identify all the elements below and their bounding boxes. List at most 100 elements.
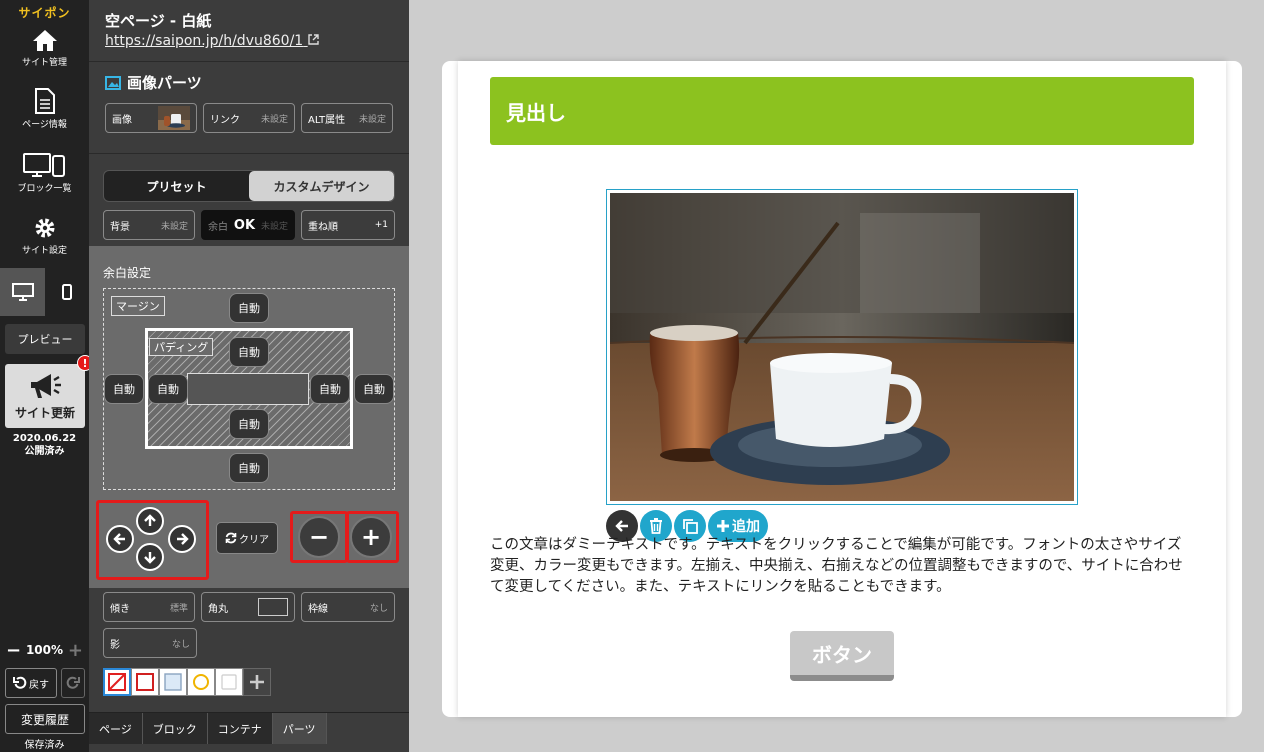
- padding-left-auto-button[interactable]: 自動: [148, 374, 188, 404]
- decrease-button[interactable]: −: [298, 516, 340, 558]
- publish-date: 2020.06.22: [12, 433, 77, 444]
- image-icon: [105, 75, 121, 90]
- border-chip[interactable]: 枠線 なし: [301, 592, 395, 622]
- move-up-button[interactable]: [136, 507, 164, 535]
- border-label: 枠線: [308, 603, 328, 615]
- nav-site-manage[interactable]: サイト管理: [0, 28, 89, 68]
- move-right-button[interactable]: [168, 525, 196, 553]
- swatch-red-frame[interactable]: [131, 668, 159, 696]
- radius-chip[interactable]: 角丸: [201, 592, 295, 622]
- shadow-label: 影: [110, 639, 120, 651]
- heading-block[interactable]: 見出し: [490, 77, 1194, 145]
- image-thumbnail: [158, 106, 190, 130]
- add-style-button[interactable]: [243, 668, 271, 696]
- zoom-out-icon[interactable]: −: [6, 640, 21, 661]
- nav-site-settings[interactable]: サイト設定: [0, 216, 89, 256]
- layer-order-chip[interactable]: 重ね順 +1: [301, 210, 395, 240]
- border-value: なし: [369, 603, 388, 614]
- mobile-view-button[interactable]: [45, 268, 89, 316]
- history-button[interactable]: 変更履歴: [5, 704, 85, 734]
- link-setting-chip[interactable]: リンク 未設定: [203, 103, 295, 133]
- no-style-icon: [108, 673, 126, 691]
- swatch-none[interactable]: [103, 668, 131, 696]
- image-setting-chip[interactable]: 画像: [105, 103, 197, 133]
- tab-block[interactable]: ブロック: [142, 713, 208, 744]
- layer-order-value: +1: [374, 220, 388, 230]
- home-icon: [32, 30, 57, 51]
- panel-bottom-tabs: ページ ブロック コンテナ パーツ: [89, 712, 409, 744]
- site-update-button[interactable]: サイト更新: [5, 364, 85, 428]
- preview-button[interactable]: プレビュー: [5, 324, 85, 354]
- divider: [89, 153, 409, 154]
- undo-icon: [13, 676, 27, 689]
- padding-top-auto-button[interactable]: 自動: [229, 337, 269, 367]
- alt-setting-chip[interactable]: ALT属性 未設定: [301, 103, 393, 133]
- nav-page-info-label: ページ情報: [22, 120, 67, 130]
- brand-logo: サイポン: [18, 6, 71, 20]
- nav-block-list[interactable]: ブロック一覧: [0, 152, 89, 194]
- spacing-chip[interactable]: 余白 OK 未設定: [201, 210, 295, 240]
- tab-container[interactable]: コンテナ: [207, 713, 273, 744]
- margin-right-auto-button[interactable]: 自動: [354, 374, 394, 404]
- padding-bottom-auto-button[interactable]: 自動: [229, 409, 269, 439]
- margin-bottom-auto-button[interactable]: 自動: [229, 453, 269, 483]
- background-chip[interactable]: 背景 未設定: [103, 210, 195, 240]
- swatch-blue-frame[interactable]: [159, 668, 187, 696]
- content-area: [187, 373, 309, 405]
- shadow-value: なし: [171, 639, 190, 650]
- swatch-yellow-circle[interactable]: [187, 668, 215, 696]
- tilt-chip[interactable]: 傾き 標準: [103, 592, 195, 622]
- page-url-text: https://saipon.jp/h/dvu860/1: [105, 33, 304, 49]
- padding-label: パディング: [149, 338, 214, 356]
- arrow-up-icon: [144, 514, 156, 526]
- margin-left-auto-button[interactable]: 自動: [104, 374, 144, 404]
- redo-button[interactable]: [61, 668, 85, 698]
- redo-icon: [66, 676, 80, 689]
- shadow-chip[interactable]: 影 なし: [103, 628, 197, 658]
- editor-canvas: 見出し 追加 この文章はダミーテキストです。テキストをクリックすることで編集が可…: [409, 0, 1264, 752]
- body-text-block[interactable]: この文章はダミーテキストです。テキストをクリックすることで編集が可能です。フォン…: [490, 535, 1194, 598]
- tab-page[interactable]: ページ: [89, 713, 143, 744]
- move-down-button[interactable]: [136, 543, 164, 571]
- tab-custom-design[interactable]: カスタムデザイン: [249, 171, 394, 201]
- sample-button-part[interactable]: ボタン: [790, 631, 894, 681]
- arrow-left-icon: [615, 520, 628, 532]
- arrow-left-icon: [113, 533, 125, 545]
- background-value: 未設定: [160, 221, 188, 232]
- app-root: サイポン サイト管理 ページ情報 ブロック一覧 サイト設定 プレビュー サイト更…: [0, 0, 1264, 752]
- tab-parts[interactable]: パーツ: [272, 713, 327, 744]
- page-title: 空ページ - 白紙: [105, 12, 212, 30]
- link-setting-value: 未設定: [260, 114, 288, 125]
- move-left-button[interactable]: [106, 525, 134, 553]
- swatch-white-shadow[interactable]: [215, 668, 243, 696]
- radius-label: 角丸: [208, 603, 228, 615]
- increase-button[interactable]: +: [350, 516, 392, 558]
- clear-button[interactable]: クリア: [216, 522, 278, 554]
- margin-label: マージン: [111, 296, 165, 316]
- coffee-photo: [610, 193, 1074, 501]
- page-url-link[interactable]: https://saipon.jp/h/dvu860/1: [105, 33, 319, 49]
- section-title: 画像パーツ: [105, 72, 202, 93]
- desktop-view-button[interactable]: [0, 268, 45, 316]
- zoom-control: − 100% +: [0, 640, 89, 661]
- blue-frame-icon: [164, 673, 182, 691]
- padding-right-auto-button[interactable]: 自動: [310, 374, 350, 404]
- margin-top-auto-button[interactable]: 自動: [229, 293, 269, 323]
- undo-redo-row: 戻す: [5, 668, 85, 698]
- spacing-title: 余白設定: [103, 266, 152, 280]
- undo-button[interactable]: 戻す: [5, 668, 57, 698]
- nav-page-info[interactable]: ページ情報: [0, 88, 89, 130]
- style-swatches: [103, 668, 271, 696]
- zoom-in-icon[interactable]: +: [68, 640, 83, 661]
- layer-order-label: 重ね順: [308, 221, 338, 233]
- tilt-value: 標準: [169, 603, 188, 614]
- zoom-level: 100%: [25, 643, 64, 657]
- plus-icon: [250, 675, 264, 689]
- selected-image-part[interactable]: [606, 189, 1078, 505]
- alt-setting-value: 未設定: [358, 114, 386, 125]
- mobile-icon: [62, 284, 72, 300]
- nav-site-manage-label: サイト管理: [21, 58, 67, 68]
- save-status: 保存済み: [24, 740, 65, 751]
- tab-preset[interactable]: プリセット: [104, 171, 249, 201]
- red-frame-icon: [136, 673, 154, 691]
